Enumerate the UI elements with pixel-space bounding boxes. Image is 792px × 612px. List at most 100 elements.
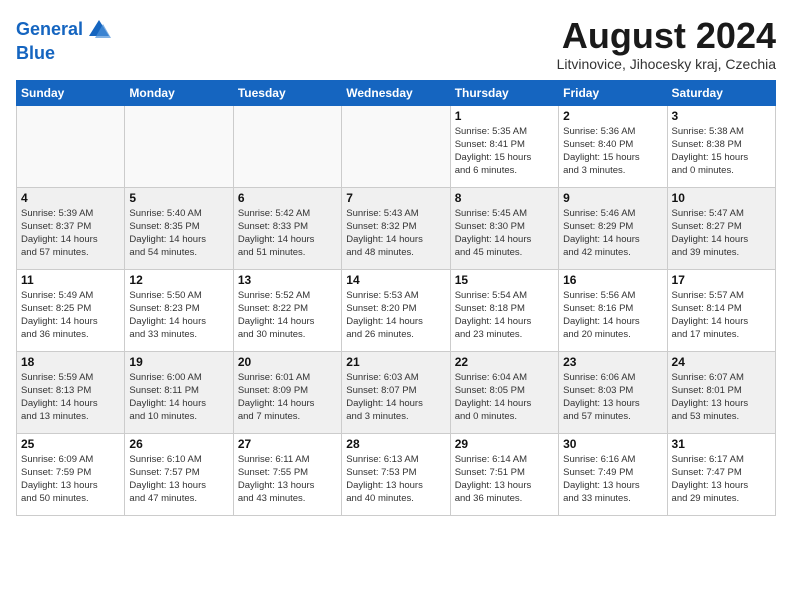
- day-info: Sunrise: 6:03 AMSunset: 8:07 PMDaylight:…: [346, 371, 445, 424]
- day-info: Sunrise: 5:39 AMSunset: 8:37 PMDaylight:…: [21, 207, 120, 260]
- day-number: 23: [563, 355, 662, 369]
- table-row: 22Sunrise: 6:04 AMSunset: 8:05 PMDayligh…: [450, 351, 558, 433]
- title-block: August 2024 Litvinovice, Jihocesky kraj,…: [557, 16, 776, 72]
- day-info: Sunrise: 5:56 AMSunset: 8:16 PMDaylight:…: [563, 289, 662, 342]
- logo-text-blue: Blue: [16, 44, 113, 64]
- table-row: 27 Sunrise: 6:11 AMSunset: 7:55 PMDayligh…: [233, 433, 341, 515]
- table-row: 12 Sunrise: 5:50 AMSunset: 8:23 PMDayligh…: [125, 269, 233, 351]
- day-info: Sunrise: 6:11 AMSunset: 7:55 PMDaylight:…: [238, 453, 337, 506]
- day-info: Sunrise: 5:52 AMSunset: 8:22 PMDaylight:…: [238, 289, 337, 342]
- table-row: 25 Sunrise: 6:09 AMSunset: 7:59 PMDayligh…: [17, 433, 125, 515]
- col-monday: Monday: [125, 80, 233, 105]
- table-row: 10 Sunrise: 5:47 AMSunset: 8:27 PMDayligh…: [667, 187, 775, 269]
- day-number: 3: [672, 109, 771, 123]
- day-info: Sunrise: 5:54 AMSunset: 8:18 PMDaylight:…: [455, 289, 554, 342]
- table-row: 15 Sunrise: 5:54 AMSunset: 8:18 PMDayligh…: [450, 269, 558, 351]
- table-row: 23Sunrise: 6:06 AMSunset: 8:03 PMDayligh…: [559, 351, 667, 433]
- page: General Blue August 2024 Litvinovice, Ji…: [0, 0, 792, 532]
- calendar: Sunday Monday Tuesday Wednesday Thursday…: [16, 80, 776, 516]
- day-number: 8: [455, 191, 554, 205]
- day-number: 1: [455, 109, 554, 123]
- day-number: 29: [455, 437, 554, 451]
- table-row: 6 Sunrise: 5:42 AMSunset: 8:33 PMDaylight…: [233, 187, 341, 269]
- day-number: 27: [238, 437, 337, 451]
- day-number: 5: [129, 191, 228, 205]
- location-subtitle: Litvinovice, Jihocesky kraj, Czechia: [557, 56, 776, 72]
- calendar-week-row: 18Sunrise: 5:59 AMSunset: 8:13 PMDayligh…: [17, 351, 776, 433]
- day-info: Sunrise: 6:13 AMSunset: 7:53 PMDaylight:…: [346, 453, 445, 506]
- table-row: 14Sunrise: 5:53 AMSunset: 8:20 PMDayligh…: [342, 269, 450, 351]
- calendar-header-row: Sunday Monday Tuesday Wednesday Thursday…: [17, 80, 776, 105]
- day-number: 7: [346, 191, 445, 205]
- day-number: 12: [129, 273, 228, 287]
- table-row: [125, 105, 233, 187]
- day-number: 2: [563, 109, 662, 123]
- logo: General Blue: [16, 16, 113, 64]
- day-info: Sunrise: 6:10 AMSunset: 7:57 PMDaylight:…: [129, 453, 228, 506]
- table-row: 24 Sunrise: 6:07 AMSunset: 8:01 PMDayligh…: [667, 351, 775, 433]
- day-info: Sunrise: 6:17 AMSunset: 7:47 PMDaylight:…: [672, 453, 771, 506]
- day-info: Sunrise: 6:01 AMSunset: 8:09 PMDaylight:…: [238, 371, 337, 424]
- calendar-week-row: 25 Sunrise: 6:09 AMSunset: 7:59 PMDayligh…: [17, 433, 776, 515]
- day-info: Sunrise: 5:47 AMSunset: 8:27 PMDaylight:…: [672, 207, 771, 260]
- day-number: 15: [455, 273, 554, 287]
- day-number: 24: [672, 355, 771, 369]
- day-number: 11: [21, 273, 120, 287]
- col-tuesday: Tuesday: [233, 80, 341, 105]
- day-info: Sunrise: 5:57 AMSunset: 8:14 PMDaylight:…: [672, 289, 771, 342]
- table-row: 31 Sunrise: 6:17 AMSunset: 7:47 PMDayligh…: [667, 433, 775, 515]
- day-number: 26: [129, 437, 228, 451]
- table-row: [233, 105, 341, 187]
- day-number: 28: [346, 437, 445, 451]
- day-number: 9: [563, 191, 662, 205]
- table-row: 9 Sunrise: 5:46 AMSunset: 8:29 PMDaylight…: [559, 187, 667, 269]
- logo-text: General: [16, 20, 83, 40]
- col-wednesday: Wednesday: [342, 80, 450, 105]
- day-info: Sunrise: 5:36 AMSunset: 8:40 PMDaylight:…: [563, 125, 662, 178]
- table-row: 3 Sunrise: 5:38 AMSunset: 8:38 PMDaylight…: [667, 105, 775, 187]
- col-sunday: Sunday: [17, 80, 125, 105]
- day-number: 21: [346, 355, 445, 369]
- day-info: Sunrise: 5:53 AMSunset: 8:20 PMDaylight:…: [346, 289, 445, 342]
- table-row: 7 Sunrise: 5:43 AMSunset: 8:32 PMDaylight…: [342, 187, 450, 269]
- day-info: Sunrise: 5:45 AMSunset: 8:30 PMDaylight:…: [455, 207, 554, 260]
- day-info: Sunrise: 5:40 AMSunset: 8:35 PMDaylight:…: [129, 207, 228, 260]
- table-row: 2 Sunrise: 5:36 AMSunset: 8:40 PMDaylight…: [559, 105, 667, 187]
- day-number: 13: [238, 273, 337, 287]
- table-row: 28 Sunrise: 6:13 AMSunset: 7:53 PMDayligh…: [342, 433, 450, 515]
- day-info: Sunrise: 5:59 AMSunset: 8:13 PMDaylight:…: [21, 371, 120, 424]
- day-info: Sunrise: 6:09 AMSunset: 7:59 PMDaylight:…: [21, 453, 120, 506]
- table-row: [17, 105, 125, 187]
- day-info: Sunrise: 6:16 AMSunset: 7:49 PMDaylight:…: [563, 453, 662, 506]
- day-info: Sunrise: 5:43 AMSunset: 8:32 PMDaylight:…: [346, 207, 445, 260]
- calendar-week-row: 4Sunrise: 5:39 AMSunset: 8:37 PMDaylight…: [17, 187, 776, 269]
- day-info: Sunrise: 6:00 AMSunset: 8:11 PMDaylight:…: [129, 371, 228, 424]
- table-row: 11 Sunrise: 5:49 AMSunset: 8:25 PMDayligh…: [17, 269, 125, 351]
- day-number: 22: [455, 355, 554, 369]
- table-row: 26 Sunrise: 6:10 AMSunset: 7:57 PMDayligh…: [125, 433, 233, 515]
- day-info: Sunrise: 5:42 AMSunset: 8:33 PMDaylight:…: [238, 207, 337, 260]
- day-info: Sunrise: 5:50 AMSunset: 8:23 PMDaylight:…: [129, 289, 228, 342]
- day-number: 30: [563, 437, 662, 451]
- table-row: 20Sunrise: 6:01 AMSunset: 8:09 PMDayligh…: [233, 351, 341, 433]
- table-row: 21 Sunrise: 6:03 AMSunset: 8:07 PMDayligh…: [342, 351, 450, 433]
- day-number: 31: [672, 437, 771, 451]
- table-row: 13 Sunrise: 5:52 AMSunset: 8:22 PMDayligh…: [233, 269, 341, 351]
- day-info: Sunrise: 6:07 AMSunset: 8:01 PMDaylight:…: [672, 371, 771, 424]
- table-row: 5 Sunrise: 5:40 AMSunset: 8:35 PMDaylight…: [125, 187, 233, 269]
- table-row: 8 Sunrise: 5:45 AMSunset: 8:30 PMDaylight…: [450, 187, 558, 269]
- day-number: 10: [672, 191, 771, 205]
- header: General Blue August 2024 Litvinovice, Ji…: [16, 16, 776, 72]
- calendar-week-row: 11 Sunrise: 5:49 AMSunset: 8:25 PMDayligh…: [17, 269, 776, 351]
- table-row: 17Sunrise: 5:57 AMSunset: 8:14 PMDayligh…: [667, 269, 775, 351]
- table-row: 30 Sunrise: 6:16 AMSunset: 7:49 PMDayligh…: [559, 433, 667, 515]
- logo-icon: [85, 16, 113, 44]
- day-info: Sunrise: 5:38 AMSunset: 8:38 PMDaylight:…: [672, 125, 771, 178]
- day-info: Sunrise: 5:49 AMSunset: 8:25 PMDaylight:…: [21, 289, 120, 342]
- day-info: Sunrise: 5:46 AMSunset: 8:29 PMDaylight:…: [563, 207, 662, 260]
- table-row: [342, 105, 450, 187]
- day-info: Sunrise: 5:35 AMSunset: 8:41 PMDaylight:…: [455, 125, 554, 178]
- table-row: 19Sunrise: 6:00 AMSunset: 8:11 PMDayligh…: [125, 351, 233, 433]
- day-number: 6: [238, 191, 337, 205]
- day-number: 25: [21, 437, 120, 451]
